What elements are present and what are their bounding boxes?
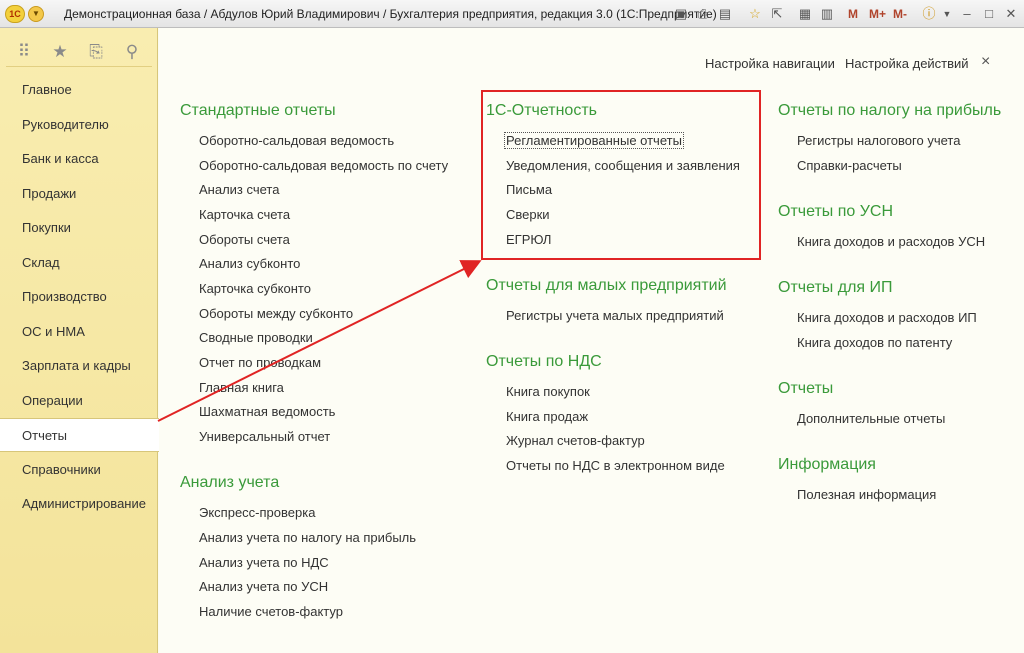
favorites-star-icon[interactable]: ☆ [746,5,764,23]
sections-panel: ⠿ ★ ⎘ ⚲ Главное Руководителю Банк и касс… [0,28,159,653]
memory-mplus-button[interactable]: M+ [869,5,886,23]
command-link[interactable]: Книга доходов и расходов ИП [797,310,977,325]
app-logo-icon[interactable]: 1С [5,5,25,23]
command-link[interactable]: Книга покупок [506,384,590,399]
command-link[interactable]: Отчет по проводкам [199,355,321,370]
command-link[interactable]: Сводные проводки [199,330,313,345]
group-small-business-reports-title: Отчеты для малых предприятий [486,277,727,294]
main-menu-dropdown-icon[interactable]: ▼ [28,6,44,22]
command-link[interactable]: Регистры налогового учета [797,133,960,148]
command-link[interactable]: Наличие счетов-фактур [199,604,343,619]
close-window-icon[interactable]: ✕ [1002,5,1020,23]
search-icon[interactable]: ⚲ [122,42,142,62]
sidebar-item-bank[interactable]: Банк и касса [0,142,158,176]
action-settings-link[interactable]: Настройка действий [845,56,969,71]
command-link[interactable]: Шахматная ведомость [199,404,335,419]
info-dropdown-icon[interactable]: ▼ [938,5,956,23]
print-icon[interactable]: ⎙ [694,5,712,23]
reports-section-content: Настройка навигации Настройка действий ×… [159,28,1024,653]
command-link[interactable]: Обороты между субконто [199,306,353,321]
command-link[interactable]: Книга доходов и расходов УСН [797,234,985,249]
window-title: Демонстрационная база / Абдулов Юрий Вла… [64,7,717,21]
sidebar-item-operations[interactable]: Операции [0,384,158,418]
sidebar-item-payroll[interactable]: Зарплата и кадры [0,349,158,383]
sidebar-item-catalogs[interactable]: Справочники [0,453,158,487]
close-icon[interactable]: × [981,53,990,71]
command-link[interactable]: Экспресс-проверка [199,505,315,520]
group-accounting-analysis-title: Анализ учета [180,474,280,491]
preview-icon[interactable]: ▤ [716,5,734,23]
command-link[interactable]: Справки-расчеты [797,158,902,173]
panel-tools: ⠿ ★ ⎘ ⚲ [0,38,158,68]
command-link[interactable]: Книга продаж [506,409,588,424]
window-titlebar: 1С ▼ Демонстрационная база / Абдулов Юри… [0,0,1024,28]
sidebar-item-manager[interactable]: Руководителю [0,108,158,142]
all-functions-grid-icon[interactable]: ⠿ [14,42,34,62]
group-ip-reports-title: Отчеты для ИП [778,279,893,296]
group-profit-tax-reports-title: Отчеты по налогу на прибыль [778,102,1002,119]
highlight-box-annotation [481,90,761,260]
command-link[interactable]: Обороты счета [199,232,290,247]
sidebar-item-purchases[interactable]: Покупки [0,211,158,245]
sidebar-item-production[interactable]: Производство [0,280,158,314]
command-link[interactable]: Анализ субконто [199,256,300,271]
command-link[interactable]: Книга доходов по патенту [797,335,952,350]
command-link[interactable]: Карточка счета [199,207,290,222]
command-link[interactable]: Дополнительные отчеты [797,411,945,426]
command-link[interactable]: Журнал счетов-фактур [506,433,645,448]
command-link[interactable]: Анализ учета по налогу на прибыль [199,530,416,545]
command-link[interactable]: Анализ счета [199,182,279,197]
command-link[interactable]: Оборотно-сальдовая ведомость по счету [199,158,448,173]
sidebar-item-main[interactable]: Главное [0,73,158,107]
maximize-icon[interactable]: □ [980,5,998,23]
calculator-icon[interactable]: ▦ [796,5,814,23]
memory-mminus-button[interactable]: M- [893,5,907,23]
command-link[interactable]: Оборотно-сальдовая ведомость [199,133,394,148]
command-link[interactable]: Полезная информация [797,487,936,502]
memory-m-button[interactable]: M [848,5,858,23]
sidebar-item-administration[interactable]: Администрирование [0,487,158,521]
group-reports-title: Отчеты [778,380,834,397]
minimize-icon[interactable]: – [958,5,976,23]
navigation-settings-link[interactable]: Настройка навигации [705,56,835,71]
command-link[interactable]: Регистры учета малых предприятий [506,308,724,323]
command-link[interactable]: Главная книга [199,380,284,395]
sidebar-item-warehouse[interactable]: Склад [0,246,158,280]
favorites-icon[interactable]: ★ [50,42,70,62]
group-usn-reports-title: Отчеты по УСН [778,203,894,220]
link-icon[interactable]: ⇱ [768,5,786,23]
panel-divider [6,66,152,67]
history-icon[interactable]: ⎘ [86,42,106,62]
group-vat-reports-title: Отчеты по НДС [486,353,602,370]
group-standard-reports-title: Стандартные отчеты [180,102,336,119]
sidebar-item-sales[interactable]: Продажи [0,177,158,211]
command-link[interactable]: Отчеты по НДС в электронном виде [506,458,725,473]
sidebar-item-reports[interactable]: Отчеты [0,418,159,452]
save-icon[interactable]: ▣ [672,5,690,23]
calendar-icon[interactable]: ▥ [818,5,836,23]
group-information-title: Информация [778,456,876,473]
command-link[interactable]: Универсальный отчет [199,429,330,444]
command-link[interactable]: Анализ учета по УСН [199,579,328,594]
info-icon[interactable]: ⓘ [920,5,938,23]
command-link[interactable]: Анализ учета по НДС [199,555,329,570]
command-link[interactable]: Карточка субконто [199,281,311,296]
sidebar-item-assets[interactable]: ОС и НМА [0,315,158,349]
